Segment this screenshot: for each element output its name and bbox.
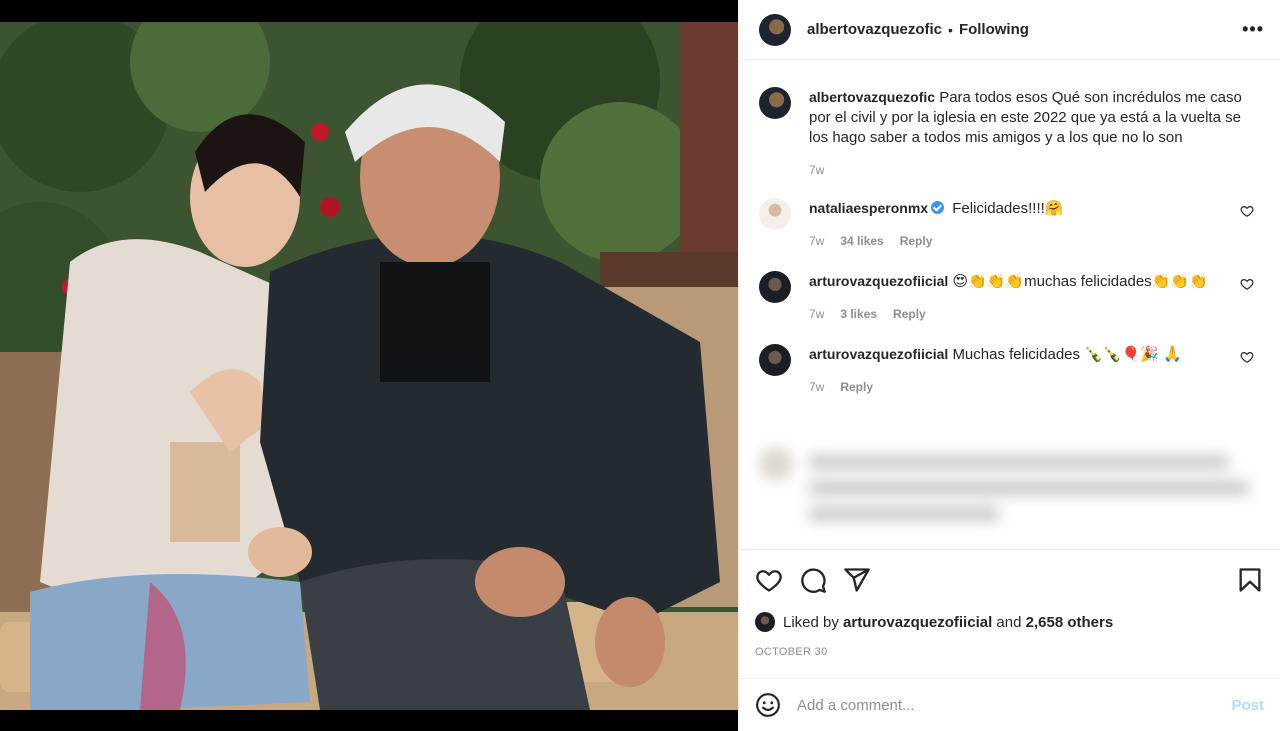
comment-avatar[interactable]: [759, 271, 791, 303]
comment-timestamp[interactable]: 7w: [809, 377, 824, 397]
liked-by-user[interactable]: arturovazquezofiicial: [843, 614, 992, 631]
comment-like-heart-icon[interactable]: [1240, 350, 1254, 364]
liked-by-avatar[interactable]: [755, 612, 775, 632]
blurred-text-line: [809, 455, 1229, 469]
post-date[interactable]: OCTOBER 30: [755, 646, 1264, 658]
comment-row: arturovazquezofiicial 😍👏👏👏muchas felicid…: [759, 271, 1264, 324]
liked-by-others[interactable]: 2,658 others: [1026, 614, 1114, 631]
liked-by-row: Liked by arturovazquezofiicial and 2,658…: [755, 612, 1264, 632]
comment-like-heart-icon[interactable]: [1240, 204, 1254, 218]
post-button[interactable]: Post: [1231, 697, 1264, 714]
post-photo[interactable]: [0, 22, 738, 710]
reply-button[interactable]: Reply: [900, 231, 933, 251]
comment-text: Muchas felicidades 🍾🍾🎈🎉 🙏: [952, 346, 1182, 363]
reply-button[interactable]: Reply: [840, 377, 873, 397]
instagram-post-view: albertovazquezofic • Following ••• alber…: [0, 0, 1280, 731]
caption-meta: 7w: [809, 160, 1264, 180]
post-side-panel: albertovazquezofic • Following ••• alber…: [738, 0, 1280, 731]
owner-avatar[interactable]: [759, 13, 791, 46]
comment-username[interactable]: nataliaesperonmx: [809, 200, 928, 216]
comment-timestamp[interactable]: 7w: [809, 231, 824, 251]
post-header: albertovazquezofic • Following •••: [739, 0, 1280, 60]
post-actions: Liked by arturovazquezofiicial and 2,658…: [739, 549, 1280, 658]
blurred-avatar: [759, 447, 793, 481]
comments-list[interactable]: albertovazquezofic Para todos esos Qué s…: [739, 61, 1280, 549]
liked-by-and: and: [996, 613, 1022, 631]
separator-dot: •: [948, 21, 953, 38]
comment-icon[interactable]: [799, 566, 827, 594]
caption-timestamp[interactable]: 7w: [809, 160, 824, 180]
comment-username[interactable]: arturovazquezofiicial: [809, 346, 948, 362]
comment-row: arturovazquezofiicial Muchas felicidades…: [759, 344, 1264, 397]
comment-like-heart-icon[interactable]: [1240, 277, 1254, 291]
couple-photo-illustration: [0, 22, 738, 710]
verified-badge-icon: [931, 201, 945, 214]
heart-icon[interactable]: [755, 566, 783, 594]
comment-input[interactable]: Add a comment...: [797, 697, 1231, 714]
comment-likes[interactable]: 34 likes: [840, 231, 883, 251]
comment-meta: 7w 34 likes Reply: [809, 231, 1264, 251]
comment-meta: 7w Reply: [809, 377, 1264, 397]
owner-username[interactable]: albertovazquezofic: [807, 21, 942, 38]
caption-avatar[interactable]: [759, 87, 791, 119]
comment-avatar[interactable]: [759, 344, 791, 376]
liked-by-prefix: Liked by: [783, 613, 839, 631]
comment-username[interactable]: arturovazquezofiicial: [809, 273, 948, 289]
following-button[interactable]: Following: [959, 21, 1029, 38]
comment-text: Felicidades!!!!🤗: [952, 200, 1064, 217]
comment-body: nataliaesperonmx Felicidades!!!!🤗 7w 34 …: [809, 198, 1264, 251]
caption-username[interactable]: albertovazquezofic: [809, 89, 935, 105]
action-buttons-row: [755, 566, 1264, 594]
comment-likes[interactable]: 3 likes: [840, 304, 877, 324]
caption-body: albertovazquezofic Para todos esos Qué s…: [809, 87, 1264, 180]
post-media: [0, 0, 738, 731]
add-comment-bar: Add a comment... Post: [739, 678, 1280, 731]
comment-text: 😍👏👏👏muchas felicidades👏👏👏: [952, 273, 1208, 290]
comment-row: nataliaesperonmx Felicidades!!!!🤗 7w 34 …: [759, 198, 1264, 251]
blurred-text-line: [809, 481, 1249, 495]
reply-button[interactable]: Reply: [893, 304, 926, 324]
blurred-text-line: [809, 507, 999, 521]
comment-timestamp[interactable]: 7w: [809, 304, 824, 324]
more-options-icon[interactable]: •••: [1242, 19, 1264, 40]
paper-plane-icon[interactable]: [843, 566, 871, 594]
comment-meta: 7w 3 likes Reply: [809, 304, 1264, 324]
caption-row: albertovazquezofic Para todos esos Qué s…: [759, 87, 1264, 180]
blurred-comment: [739, 437, 1280, 549]
bookmark-icon[interactable]: [1236, 566, 1264, 594]
emoji-smile-icon[interactable]: [755, 692, 781, 718]
comment-body: arturovazquezofiicial 😍👏👏👏muchas felicid…: [809, 271, 1264, 324]
comment-body: arturovazquezofiicial Muchas felicidades…: [809, 344, 1264, 397]
comment-avatar[interactable]: [759, 198, 791, 230]
